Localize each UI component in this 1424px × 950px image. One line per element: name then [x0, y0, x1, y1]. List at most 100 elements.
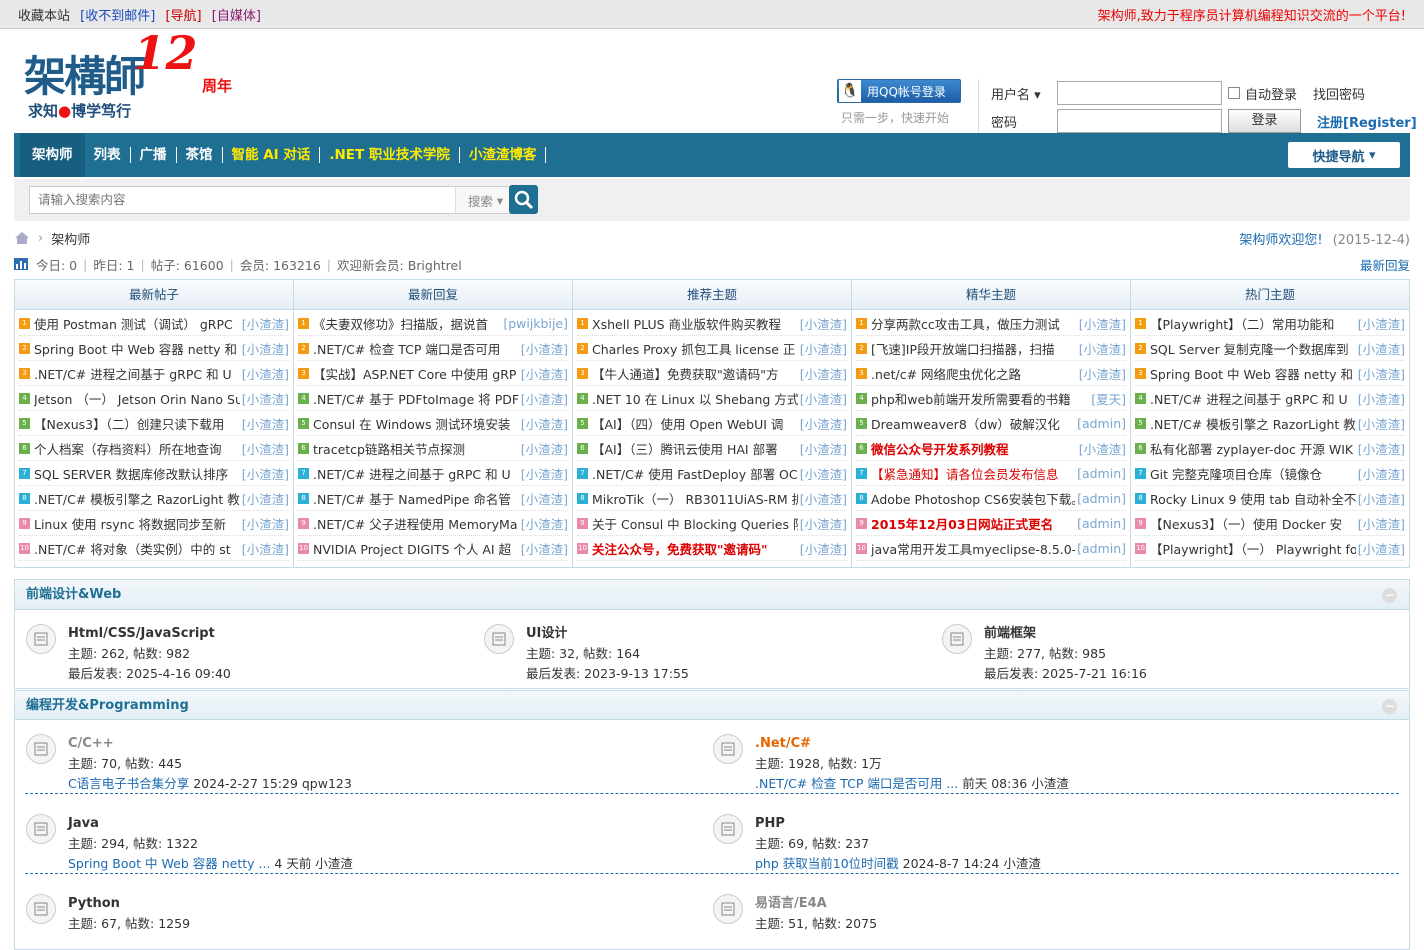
nav-broadcast[interactable]: 广播	[131, 147, 177, 163]
topic-author[interactable]: [小渣渣]	[1358, 539, 1405, 558]
topic-row[interactable]: 6 【AI】（三）腾讯云使用 HAI 部署 [小渣渣]	[577, 436, 847, 461]
topic-row[interactable]: 6 私有化部署 zyplayer-doc 开源 WIK [小渣渣]	[1135, 436, 1405, 461]
crumb-home[interactable]: 架构师	[51, 229, 90, 248]
topic-row[interactable]: 8 MikroTik（一） RB3011UiAS-RM 拆 [小渣渣]	[577, 486, 847, 511]
search-input[interactable]	[30, 187, 455, 213]
search-type-select[interactable]: 搜索 ▾	[455, 187, 515, 213]
qq-login-button[interactable]: 🐧 用QQ帐号登录	[837, 79, 961, 103]
forum-item[interactable]: .Net/C# 主题: 1928, 帖数: 1万 .NET/C# 检查 TCP 端口…	[713, 734, 1069, 794]
topic-title[interactable]: Dreamweaver8（dw）破解汉化	[871, 414, 1075, 433]
topic-title[interactable]: .NET 10 在 Linux 以 Shebang 方式	[592, 389, 798, 408]
topic-author[interactable]: [夏天]	[1091, 389, 1126, 408]
topic-title[interactable]: 《夫妻双修功》扫描版，据说首	[313, 314, 501, 333]
topic-author[interactable]: [小渣渣]	[1358, 464, 1405, 483]
password-input[interactable]	[1057, 109, 1222, 133]
topic-row[interactable]: 6 个人档案（存档资料）所在地查询 [小渣渣]	[19, 436, 289, 461]
media-link[interactable]: [自媒体]	[212, 9, 261, 24]
topic-title[interactable]: NVIDIA Project DIGITS 个人 AI 超	[313, 539, 519, 558]
topic-row[interactable]: 1 【Playwright】（二）常用功能和 [小渣渣]	[1135, 311, 1405, 336]
forum-item[interactable]: UI设计 主题: 32, 帖数: 164 最后发表: 2023-9-13 17:55	[484, 624, 689, 684]
topic-title[interactable]: java常用开发工具myeclipse-8.5.0-w	[871, 539, 1075, 558]
forum-name[interactable]: Java	[68, 814, 353, 834]
topic-author[interactable]: [小渣渣]	[1358, 364, 1405, 383]
topic-title[interactable]: Jetson （一） Jetson Orin Nano Sup	[34, 389, 240, 408]
topic-row[interactable]: 9 .NET/C# 父子进程使用 MemoryMa [小渣渣]	[298, 511, 568, 536]
topic-title[interactable]: 【紧急通知】请各位会员发布信息	[871, 464, 1075, 483]
forum-name[interactable]: PHP	[755, 814, 1041, 834]
topic-author[interactable]: [小渣渣]	[521, 389, 568, 408]
topic-author[interactable]: [小渣渣]	[521, 464, 568, 483]
topic-author[interactable]: [pwijkbije]	[503, 316, 568, 331]
topic-title[interactable]: .NET/C# 基于 NamedPipe 命名管	[313, 489, 519, 508]
forum-name[interactable]: Python	[68, 894, 190, 914]
topic-title[interactable]: 2015年12月03日网站正式更名	[871, 514, 1075, 533]
topic-author[interactable]: [admin]	[1077, 466, 1126, 481]
collapse-icon[interactable]: −	[1382, 699, 1397, 714]
topic-title[interactable]: .NET/C# 进程之间基于 gRPC 和 U	[34, 364, 240, 383]
topic-title[interactable]: Xshell PLUS 商业版软件购买教程	[592, 314, 798, 333]
topic-title[interactable]: php和web前端开发所需要看的书籍	[871, 389, 1089, 408]
topic-author[interactable]: [小渣渣]	[1358, 339, 1405, 358]
topic-title[interactable]: 【Nexus3】（二）创建只读下载用	[34, 414, 240, 433]
topic-title[interactable]: 【AI】（四）使用 Open WebUI 调	[592, 414, 798, 433]
topic-author[interactable]: [小渣渣]	[800, 464, 847, 483]
topic-row[interactable]: 9 2015年12月03日网站正式更名 [admin]	[856, 511, 1126, 536]
topic-row[interactable]: 2 SQL Server 复制克隆一个数据库到 [小渣渣]	[1135, 336, 1405, 361]
topic-title[interactable]: Consul 在 Windows 测试环境安装	[313, 414, 519, 433]
topic-title[interactable]: .NET/C# 进程之间基于 gRPC 和 U	[313, 464, 519, 483]
topic-row[interactable]: 4 Jetson （一） Jetson Orin Nano Sup [小渣渣]	[19, 386, 289, 411]
topic-author[interactable]: [admin]	[1077, 541, 1126, 556]
topic-title[interactable]: 个人档案（存档资料）所在地查询	[34, 439, 240, 458]
topic-author[interactable]: [小渣渣]	[800, 414, 847, 433]
topic-title[interactable]: .NET/C# 将对象（类实例）中的 st	[34, 539, 240, 558]
topic-author[interactable]: [小渣渣]	[1079, 439, 1126, 458]
home-icon[interactable]	[14, 231, 30, 245]
topic-row[interactable]: 3 Spring Boot 中 Web 容器 netty 和 [小渣渣]	[1135, 361, 1405, 386]
last-post-link[interactable]: .NET/C# 检查 TCP 端口是否可用 ...	[755, 776, 958, 791]
topic-title[interactable]: Spring Boot 中 Web 容器 netty 和	[1150, 364, 1356, 383]
username-input[interactable]	[1057, 81, 1222, 105]
topic-row[interactable]: 4 php和web前端开发所需要看的书籍 [夏天]	[856, 386, 1126, 411]
site-logo[interactable]: 架構師 12 周年 求知●博学笃行	[24, 26, 244, 121]
topic-author[interactable]: [小渣渣]	[800, 314, 847, 333]
topic-row[interactable]: 4 .NET 10 在 Linux 以 Shebang 方式 [小渣渣]	[577, 386, 847, 411]
topic-row[interactable]: 3 【牛人通道】免费获取"邀请码"方 [小渣渣]	[577, 361, 847, 386]
topic-title[interactable]: 私有化部署 zyplayer-doc 开源 WIK	[1150, 439, 1356, 458]
last-post-link[interactable]: C语言电子书合集分享	[68, 776, 189, 791]
topic-row[interactable]: 7 Git 完整克隆项目仓库（镜像仓 [小渣渣]	[1135, 461, 1405, 486]
topic-author[interactable]: [admin]	[1077, 491, 1126, 506]
search-button[interactable]	[509, 185, 538, 214]
topic-author[interactable]: [小渣渣]	[1358, 489, 1405, 508]
topic-row[interactable]: 1 Xshell PLUS 商业版软件购买教程 [小渣渣]	[577, 311, 847, 336]
topic-title[interactable]: Git 完整克隆项目仓库（镜像仓	[1150, 464, 1356, 483]
topic-author[interactable]: [小渣渣]	[800, 339, 847, 358]
topic-author[interactable]: [小渣渣]	[800, 439, 847, 458]
topic-title[interactable]: SQL SERVER 数据库修改默认排序	[34, 464, 240, 483]
topic-author[interactable]: [小渣渣]	[242, 389, 289, 408]
guide-link[interactable]: [导航]	[165, 9, 201, 24]
topic-row[interactable]: 3 .net/c# 网络爬虫优化之路 [小渣渣]	[856, 361, 1126, 386]
topic-row[interactable]: 4 .NET/C# 基于 PDFtoImage 将 PDF [小渣渣]	[298, 386, 568, 411]
topic-row[interactable]: 6 tracetcp链路相关节点探测 [小渣渣]	[298, 436, 568, 461]
topic-row[interactable]: 9 Linux 使用 rsync 将数据同步至新 [小渣渣]	[19, 511, 289, 536]
topic-row[interactable]: 4 .NET/C# 进程之间基于 gRPC 和 U [小渣渣]	[1135, 386, 1405, 411]
topic-row[interactable]: 8 .NET/C# 基于 NamedPipe 命名管 [小渣渣]	[298, 486, 568, 511]
topic-title[interactable]: .net/c# 网络爬虫优化之路	[871, 364, 1077, 383]
topic-author[interactable]: [小渣渣]	[242, 539, 289, 558]
topic-author[interactable]: [小渣渣]	[800, 389, 847, 408]
topic-author[interactable]: [小渣渣]	[1358, 314, 1405, 333]
topic-row[interactable]: 3 【实战】ASP.NET Core 中使用 gRP [小渣渣]	[298, 361, 568, 386]
topic-author[interactable]: [小渣渣]	[242, 514, 289, 533]
topic-title[interactable]: SQL Server 复制克隆一个数据库到	[1150, 339, 1356, 358]
last-post-link[interactable]: Spring Boot 中 Web 容器 netty ...	[68, 856, 270, 871]
topic-author[interactable]: [小渣渣]	[521, 364, 568, 383]
topic-row[interactable]: 1 分享两款cc攻击工具，做压力测试 [小渣渣]	[856, 311, 1126, 336]
mail-link[interactable]: [收不到邮件]	[80, 9, 155, 24]
topic-title[interactable]: 【Playwright】（一） Playwright fo	[1150, 539, 1356, 558]
topic-row[interactable]: 10 java常用开发工具myeclipse-8.5.0-w [admin]	[856, 536, 1126, 561]
topic-row[interactable]: 10 NVIDIA Project DIGITS 个人 AI 超 [小渣渣]	[298, 536, 568, 561]
forum-item[interactable]: 前端框架 主题: 277, 帖数: 985 最后发表: 2025-7-21 16:1…	[942, 624, 1147, 684]
topic-row[interactable]: 6 微信公众号开发系列教程 [小渣渣]	[856, 436, 1126, 461]
topic-title[interactable]: 使用 Postman 测试（调试） gRPC	[34, 314, 240, 333]
topic-title[interactable]: 【Nexus3】（一）使用 Docker 安	[1150, 514, 1356, 533]
